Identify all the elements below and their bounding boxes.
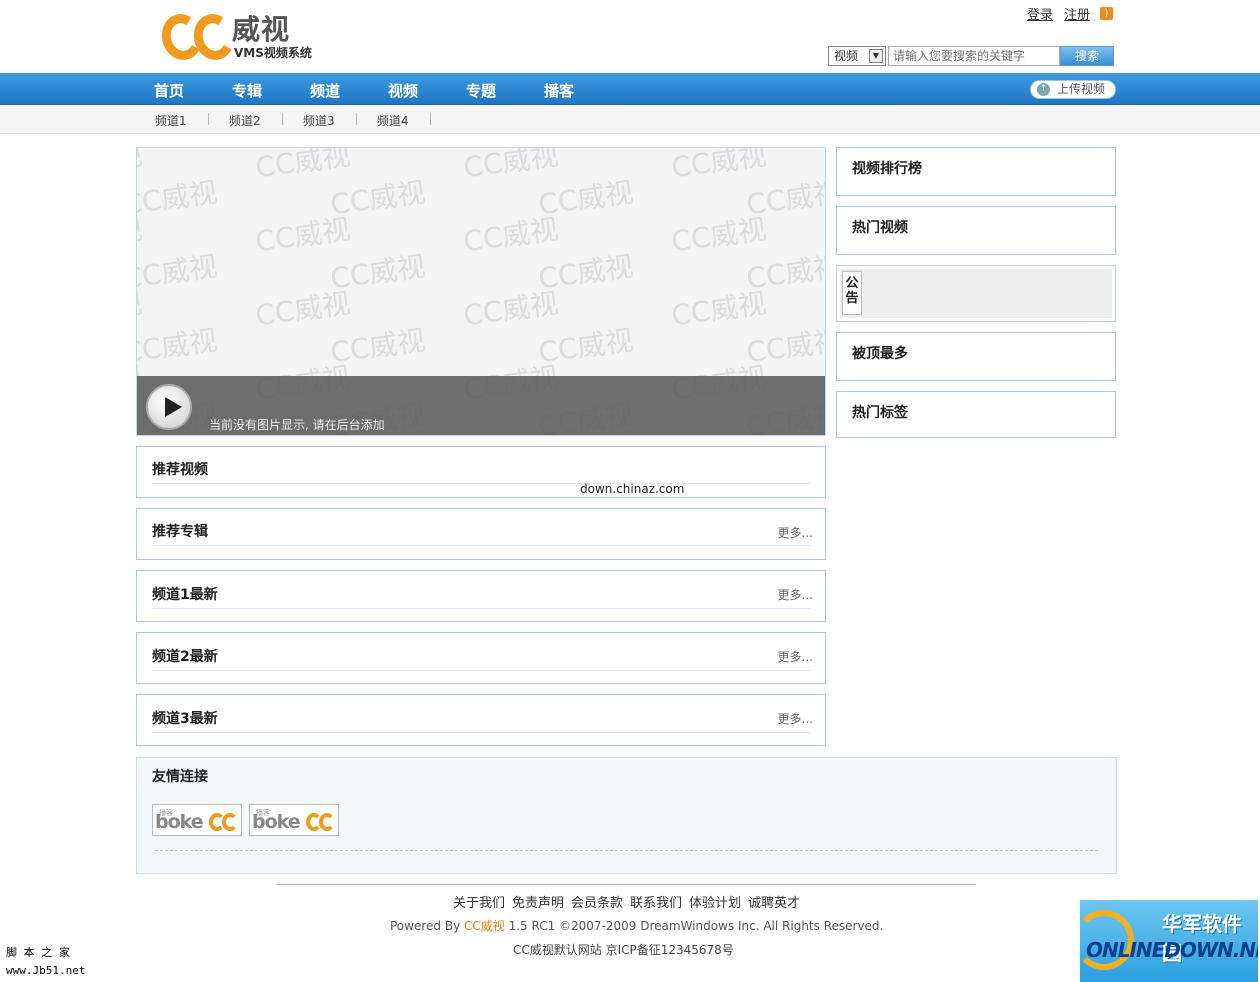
footer-divider [276, 884, 976, 885]
notice-content [840, 269, 1112, 318]
section-title: 频道2最新 [152, 649, 218, 665]
watermark-line: www.Jb51.net [6, 964, 86, 977]
more-link[interactable]: 更多... [778, 586, 813, 603]
friend-links-box: 友情连接 播客 boke 播客 boke [136, 757, 1117, 874]
slider-watermark-text: CC威视 [669, 286, 769, 333]
icp-info: CC威视默认网站 京ICP备征12345678号 [513, 943, 734, 957]
logo-subtitle: VMS视频系统 [234, 46, 312, 60]
section-divider [152, 545, 811, 546]
upload-video-button[interactable]: ↑ 上传视频 [1030, 80, 1116, 99]
more-link[interactable]: 更多... [778, 648, 813, 665]
notice-tab: 公告 [842, 271, 862, 315]
slider-watermark-text: CC威视 [461, 212, 561, 259]
most-voted-box: 被顶最多 [836, 332, 1116, 381]
slider-watermark-text: CC威视 [253, 212, 353, 259]
more-link[interactable]: 更多... [778, 710, 813, 727]
subnav-divider [356, 113, 357, 125]
footer-link-disclaimer[interactable]: 免责声明 [512, 892, 564, 911]
channel1-latest-box: 频道1最新 更多... [136, 570, 826, 622]
slider-watermark-text: CC威视 [136, 323, 220, 370]
nav-item-videos[interactable]: 视频 [388, 80, 418, 101]
slider-watermark-text: CC威视 [136, 175, 220, 222]
subnav-item-channel2[interactable]: 频道2 [229, 112, 261, 129]
section-title: 频道1最新 [152, 587, 218, 603]
friend-link-boke-logo[interactable]: 播客 boke [152, 804, 242, 836]
search-input[interactable] [888, 46, 1060, 66]
section-title: 推荐专辑 [152, 524, 208, 540]
featured-slider[interactable]: CC威视 CC威视 CC威视 CC威视 CC威视 CC威视 CC威视 CC威视 CC威视 CC威视… [136, 147, 826, 436]
subnav-divider [430, 113, 431, 125]
register-link[interactable]: 注册 [1064, 4, 1090, 23]
slider-watermark-text: CC威视 [461, 286, 561, 333]
sidebar-title: 热门视频 [852, 220, 908, 236]
friend-link-boke-logo[interactable]: 播客 boke [249, 804, 339, 836]
slider-watermark-text: CC威视 [253, 286, 353, 333]
upload-arrow-icon: ↑ [1037, 83, 1050, 96]
powered-brand-link[interactable]: CC威视 [464, 919, 505, 933]
search-category-select[interactable]: 视频 ▼ [828, 46, 886, 66]
sidebar-title: 视频排行榜 [852, 161, 922, 177]
powered-suffix: 1.5 RC1 ©2007-2009 DreamWindows Inc. All… [504, 919, 884, 933]
dashed-divider [155, 850, 1098, 851]
section-title: 推荐视频 [152, 462, 208, 478]
slider-watermark-text: CC威视 [669, 212, 769, 259]
watermark-line: 脚 本 之 家 [6, 946, 70, 959]
slider-caption: 当前没有图片显示, 请在后台添加 [209, 418, 385, 432]
rss-icon[interactable]: ) [1100, 7, 1113, 20]
section-divider [152, 732, 811, 733]
nav-item-topics[interactable]: 专题 [466, 80, 496, 101]
subnav-divider [282, 113, 283, 125]
site-logo[interactable]: 威视 VMS视频系统 [156, 9, 330, 66]
sub-nav [0, 106, 1260, 134]
notice-box: 公告 [836, 265, 1116, 322]
search-button[interactable]: 搜索 [1060, 46, 1114, 66]
jb51-watermark: 脚 本 之 家 www.Jb51.net [6, 944, 85, 980]
logo-text: boke [155, 811, 204, 833]
search-category-value: 视频 [834, 49, 859, 63]
more-link[interactable]: 更多... [778, 524, 813, 541]
footer-link-terms[interactable]: 会员条款 [571, 892, 623, 911]
section-title: 频道3最新 [152, 711, 218, 727]
nav-item-podcast[interactable]: 播客 [544, 80, 574, 101]
slider-watermark-text: CC威视 [461, 147, 561, 185]
subnav-item-channel3[interactable]: 频道3 [303, 112, 335, 129]
slider-watermark-text: CC威视 [253, 147, 353, 185]
powered-prefix: Powered By [390, 919, 464, 933]
footer-link-about[interactable]: 关于我们 [453, 892, 505, 911]
section-divider [152, 608, 811, 609]
play-icon[interactable] [146, 384, 192, 430]
logo-title: 威视 [232, 13, 291, 46]
onlinedown-watermark: 华军软件园 ONLINEDOWN.NET [1080, 900, 1258, 982]
nav-item-home[interactable]: 首页 [154, 80, 184, 101]
nav-item-channels[interactable]: 频道 [310, 80, 340, 101]
channel2-latest-box: 频道2最新 更多... [136, 632, 826, 684]
subnav-divider [208, 113, 209, 125]
section-divider [152, 483, 811, 484]
slider-watermark-text: CC威视 [136, 249, 220, 296]
subnav-item-channel1[interactable]: 频道1 [155, 112, 187, 129]
footer-link-jobs[interactable]: 诚聘英才 [748, 892, 800, 911]
hot-videos-box: 热门视频 [836, 206, 1116, 255]
slider-watermark-text: CC威视 [669, 147, 769, 185]
nav-item-albums[interactable]: 专辑 [232, 80, 262, 101]
channel3-latest-box: 频道3最新 更多... [136, 694, 826, 746]
login-link[interactable]: 登录 [1027, 4, 1053, 23]
upload-label: 上传视频 [1057, 82, 1106, 96]
hot-tags-box: 热门标签 [836, 391, 1116, 438]
friend-links-title: 友情连接 [152, 769, 208, 785]
logo-text: boke [252, 811, 301, 833]
watermark-en: ONLINEDOWN.NET [1086, 938, 1258, 962]
chevron-down-icon: ▼ [869, 49, 883, 63]
recommended-videos-box: 推荐视频 [136, 446, 826, 498]
site-watermark-text: down.chinaz.com [580, 482, 685, 496]
sidebar-title: 被顶最多 [852, 346, 908, 362]
footer-link-experience[interactable]: 体验计划 [689, 892, 741, 911]
powered-by: Powered By CC威视 1.5 RC1 ©2007-2009 Dream… [390, 917, 883, 934]
footer-link-contact[interactable]: 联系我们 [630, 892, 682, 911]
sidebar-title: 热门标签 [852, 405, 908, 421]
section-divider [152, 670, 811, 671]
video-ranking-box: 视频排行榜 [836, 147, 1116, 196]
recommended-albums-box: 推荐专辑 更多... [136, 508, 826, 560]
subnav-item-channel4[interactable]: 频道4 [377, 112, 409, 129]
